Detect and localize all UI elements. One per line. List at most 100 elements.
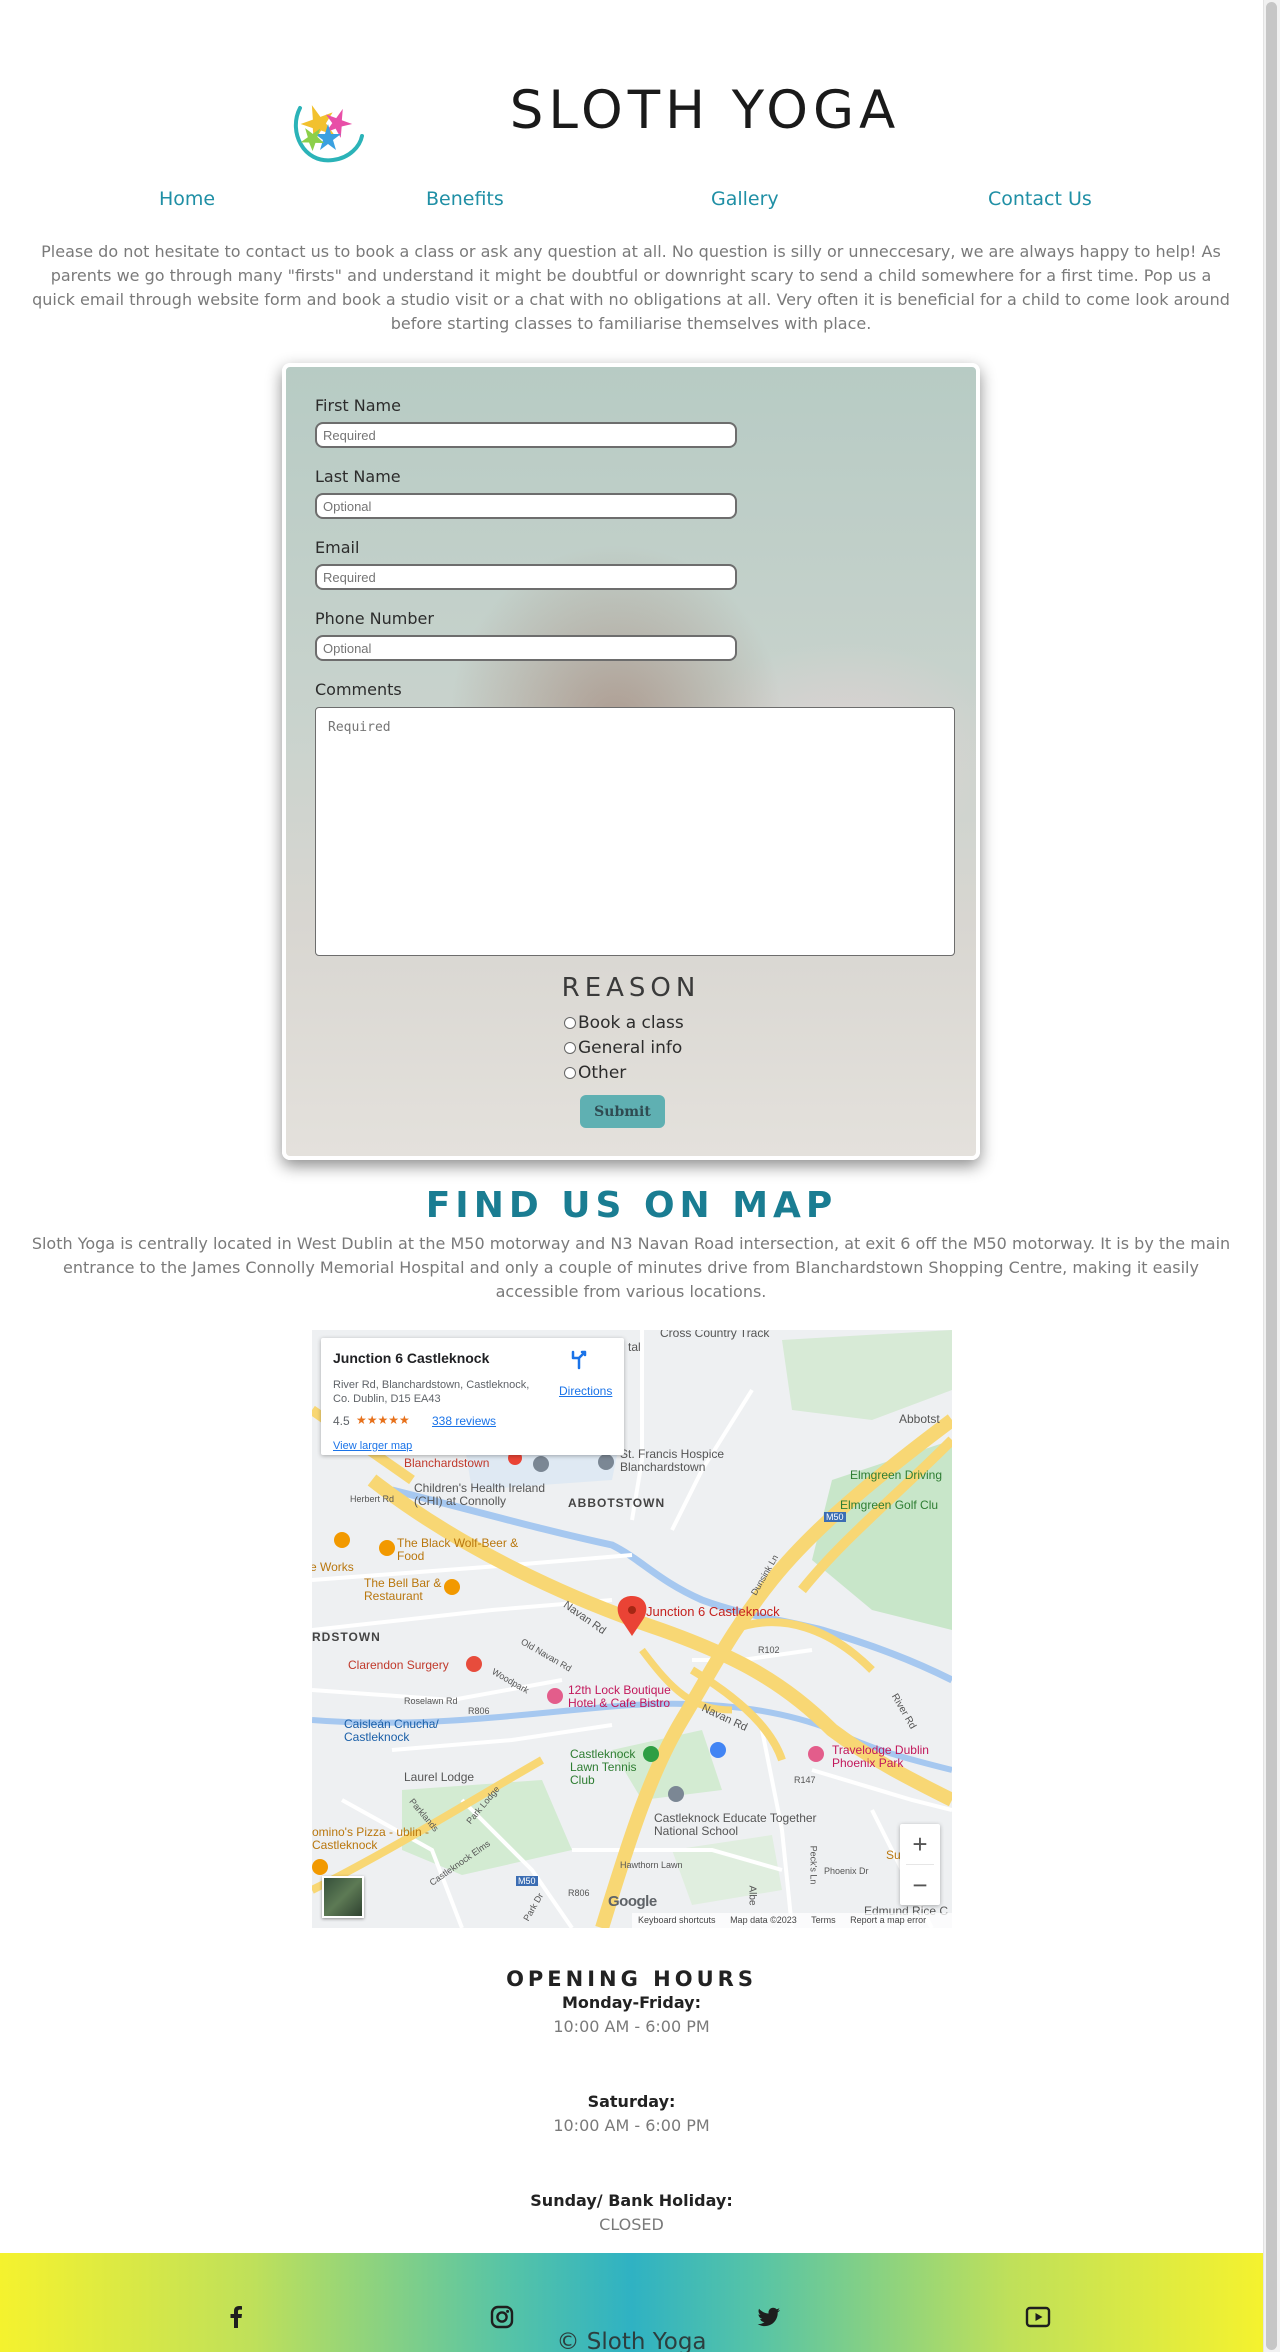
zoom-controls: + −: [900, 1824, 940, 1905]
hours-day: Sunday/ Bank Holiday:: [530, 2191, 733, 2210]
map-label: 12th Lock Boutique Hotel & Cafe Bistro: [568, 1683, 671, 1710]
map-label: St. Francis Hospice Blanchardstown: [620, 1447, 725, 1474]
phone-input[interactable]: [315, 635, 737, 661]
map-label: The Bell Bar & Restaurant: [364, 1576, 442, 1603]
facebook-icon[interactable]: [223, 2304, 249, 2330]
hours-day: Monday-Friday:: [562, 1993, 701, 2012]
reason-option-other[interactable]: Other: [564, 1063, 626, 1083]
map-label: Clarendon Surgery: [348, 1658, 449, 1672]
satellite-toggle-button[interactable]: [322, 1876, 364, 1918]
nav-contact-us[interactable]: Contact Us: [988, 188, 1092, 210]
map-label: Elmgreen Golf Clu: [840, 1498, 939, 1512]
place-name: Junction 6 Castleknock: [333, 1350, 490, 1366]
nav-home[interactable]: Home: [159, 188, 215, 210]
map-label: Su: [886, 1848, 901, 1862]
nav-gallery[interactable]: Gallery: [711, 188, 779, 210]
map-label: Albe: [746, 1885, 758, 1906]
terms-link[interactable]: Terms: [811, 1915, 836, 1925]
map-label: R806: [568, 1888, 590, 1898]
last-name-label: Last Name: [315, 467, 401, 486]
reason-option-book-class[interactable]: Book a class: [564, 1013, 684, 1033]
phone-label: Phone Number: [315, 609, 434, 628]
map-label: R147: [794, 1775, 816, 1785]
map-label: tal: [628, 1340, 641, 1354]
first-name-input[interactable]: [315, 422, 737, 448]
contact-form: First Name Last Name Email Phone Number …: [282, 363, 980, 1160]
radio-button[interactable]: [564, 1067, 576, 1079]
hours-time: CLOSED: [599, 2215, 664, 2234]
map-label: ABBOTSTOWN: [568, 1496, 666, 1510]
radio-button[interactable]: [564, 1017, 576, 1029]
place-info-card: Junction 6 Castleknock River Rd, Blancha…: [321, 1338, 624, 1455]
view-larger-map-link[interactable]: View larger map: [333, 1440, 412, 1452]
directions-link[interactable]: Directions: [559, 1384, 612, 1398]
hours-time: 10:00 AM - 6:00 PM: [553, 2017, 710, 2036]
google-logo: Google: [608, 1893, 657, 1910]
map-label: Peck's Ln: [808, 1845, 819, 1885]
hours-time: 10:00 AM - 6:00 PM: [553, 2116, 710, 2135]
keyboard-shortcuts-link[interactable]: Keyboard shortcuts: [638, 1915, 716, 1925]
site-title: SLOTH YOGA: [509, 80, 901, 141]
map-label: Abbotst: [899, 1412, 940, 1426]
map-label: Cross Country Track: [660, 1330, 770, 1340]
map-attribution-bar: Keyboard shortcuts Map data ©2023 Terms …: [632, 1913, 952, 1928]
map-label: Travelodge Dublin Phoenix Park: [832, 1743, 929, 1770]
reason-option-label: Book a class: [578, 1013, 684, 1033]
email-label: Email: [315, 538, 360, 557]
opening-hours-title: OPENING HOURS: [506, 1967, 757, 1991]
hours-day: Saturday:: [587, 2092, 676, 2111]
page-scrollbar-thumb[interactable]: [1266, 2, 1277, 2350]
map-heading: FIND US ON MAP: [425, 1185, 838, 1226]
map-label: Laurel Lodge: [404, 1770, 475, 1784]
zoom-out-button[interactable]: −: [900, 1865, 940, 1905]
map-label: M50: [824, 1512, 846, 1522]
instagram-icon[interactable]: [489, 2304, 515, 2330]
submit-button[interactable]: Submit: [580, 1095, 665, 1128]
comments-textarea[interactable]: [315, 707, 955, 956]
nav-benefits[interactable]: Benefits: [426, 188, 504, 210]
report-map-error-link[interactable]: Report a map error: [850, 1915, 926, 1925]
map-marker-label[interactable]: Junction 6 Castleknock: [646, 1604, 780, 1619]
last-name-input[interactable]: [315, 493, 737, 519]
reason-option-label: General info: [578, 1038, 683, 1058]
copyright-text: © Sloth Yoga: [556, 2329, 707, 2352]
map-label: Castleknock Educate Together National Sc…: [654, 1811, 817, 1838]
place-rating: 4.5: [333, 1414, 350, 1428]
map-label: Caisleán Cnucha/ Castleknock: [344, 1717, 439, 1744]
map-label: Elmgreen Driving: [850, 1468, 943, 1482]
map-label: Blanchardstown: [404, 1456, 490, 1470]
map-label: R102: [758, 1645, 780, 1655]
map-label: Hawthorn Lawn: [620, 1860, 683, 1870]
reason-option-label: Other: [578, 1063, 627, 1083]
radio-button[interactable]: [564, 1042, 576, 1054]
map-label: e Works: [312, 1560, 354, 1574]
rating-stars-icon: ★★★★★: [356, 1413, 410, 1427]
map-label: Children's Health Ireland (CHI) at Conno…: [414, 1481, 546, 1508]
place-address: River Rd, Blanchardstown, Castleknock, C…: [333, 1379, 530, 1405]
directions-icon[interactable]: [569, 1350, 589, 1370]
map-label: Phoenix Dr: [824, 1866, 869, 1876]
map-label: omino's Pizza - ublin - Castleknock: [312, 1825, 429, 1852]
zoom-in-button[interactable]: +: [900, 1824, 940, 1864]
map-label: RDSTOWN: [312, 1630, 381, 1644]
comments-label: Comments: [315, 680, 402, 699]
map-intro-text: Sloth Yoga is centrally located in West …: [31, 1234, 1231, 1301]
email-input[interactable]: [315, 564, 737, 590]
youtube-icon[interactable]: [1025, 2304, 1051, 2330]
reason-title: REASON: [561, 973, 701, 1003]
first-name-label: First Name: [315, 396, 401, 415]
map-label: M50: [516, 1876, 538, 1886]
site-footer: © Sloth Yoga: [0, 2253, 1263, 2352]
twitter-icon[interactable]: [756, 2304, 782, 2330]
google-map[interactable]: Cross Country Track tal Abbotst St. Fran…: [312, 1330, 952, 1928]
contact-intro-text: Please do not hesitate to contact us to …: [32, 242, 1230, 333]
map-label: The Black Wolf-Beer & Food: [397, 1536, 519, 1563]
map-label: Castleknock Lawn Tennis Club: [570, 1747, 637, 1787]
map-data-text: Map data ©2023: [730, 1915, 797, 1925]
map-label: R806: [468, 1706, 490, 1716]
map-label: Herbert Rd: [350, 1494, 395, 1504]
reason-option-general-info[interactable]: General info: [564, 1038, 682, 1058]
map-label: Roselawn Rd: [404, 1696, 458, 1706]
reviews-link[interactable]: 338 reviews: [432, 1414, 496, 1428]
sloth-yoga-logo-icon[interactable]: [288, 86, 368, 166]
